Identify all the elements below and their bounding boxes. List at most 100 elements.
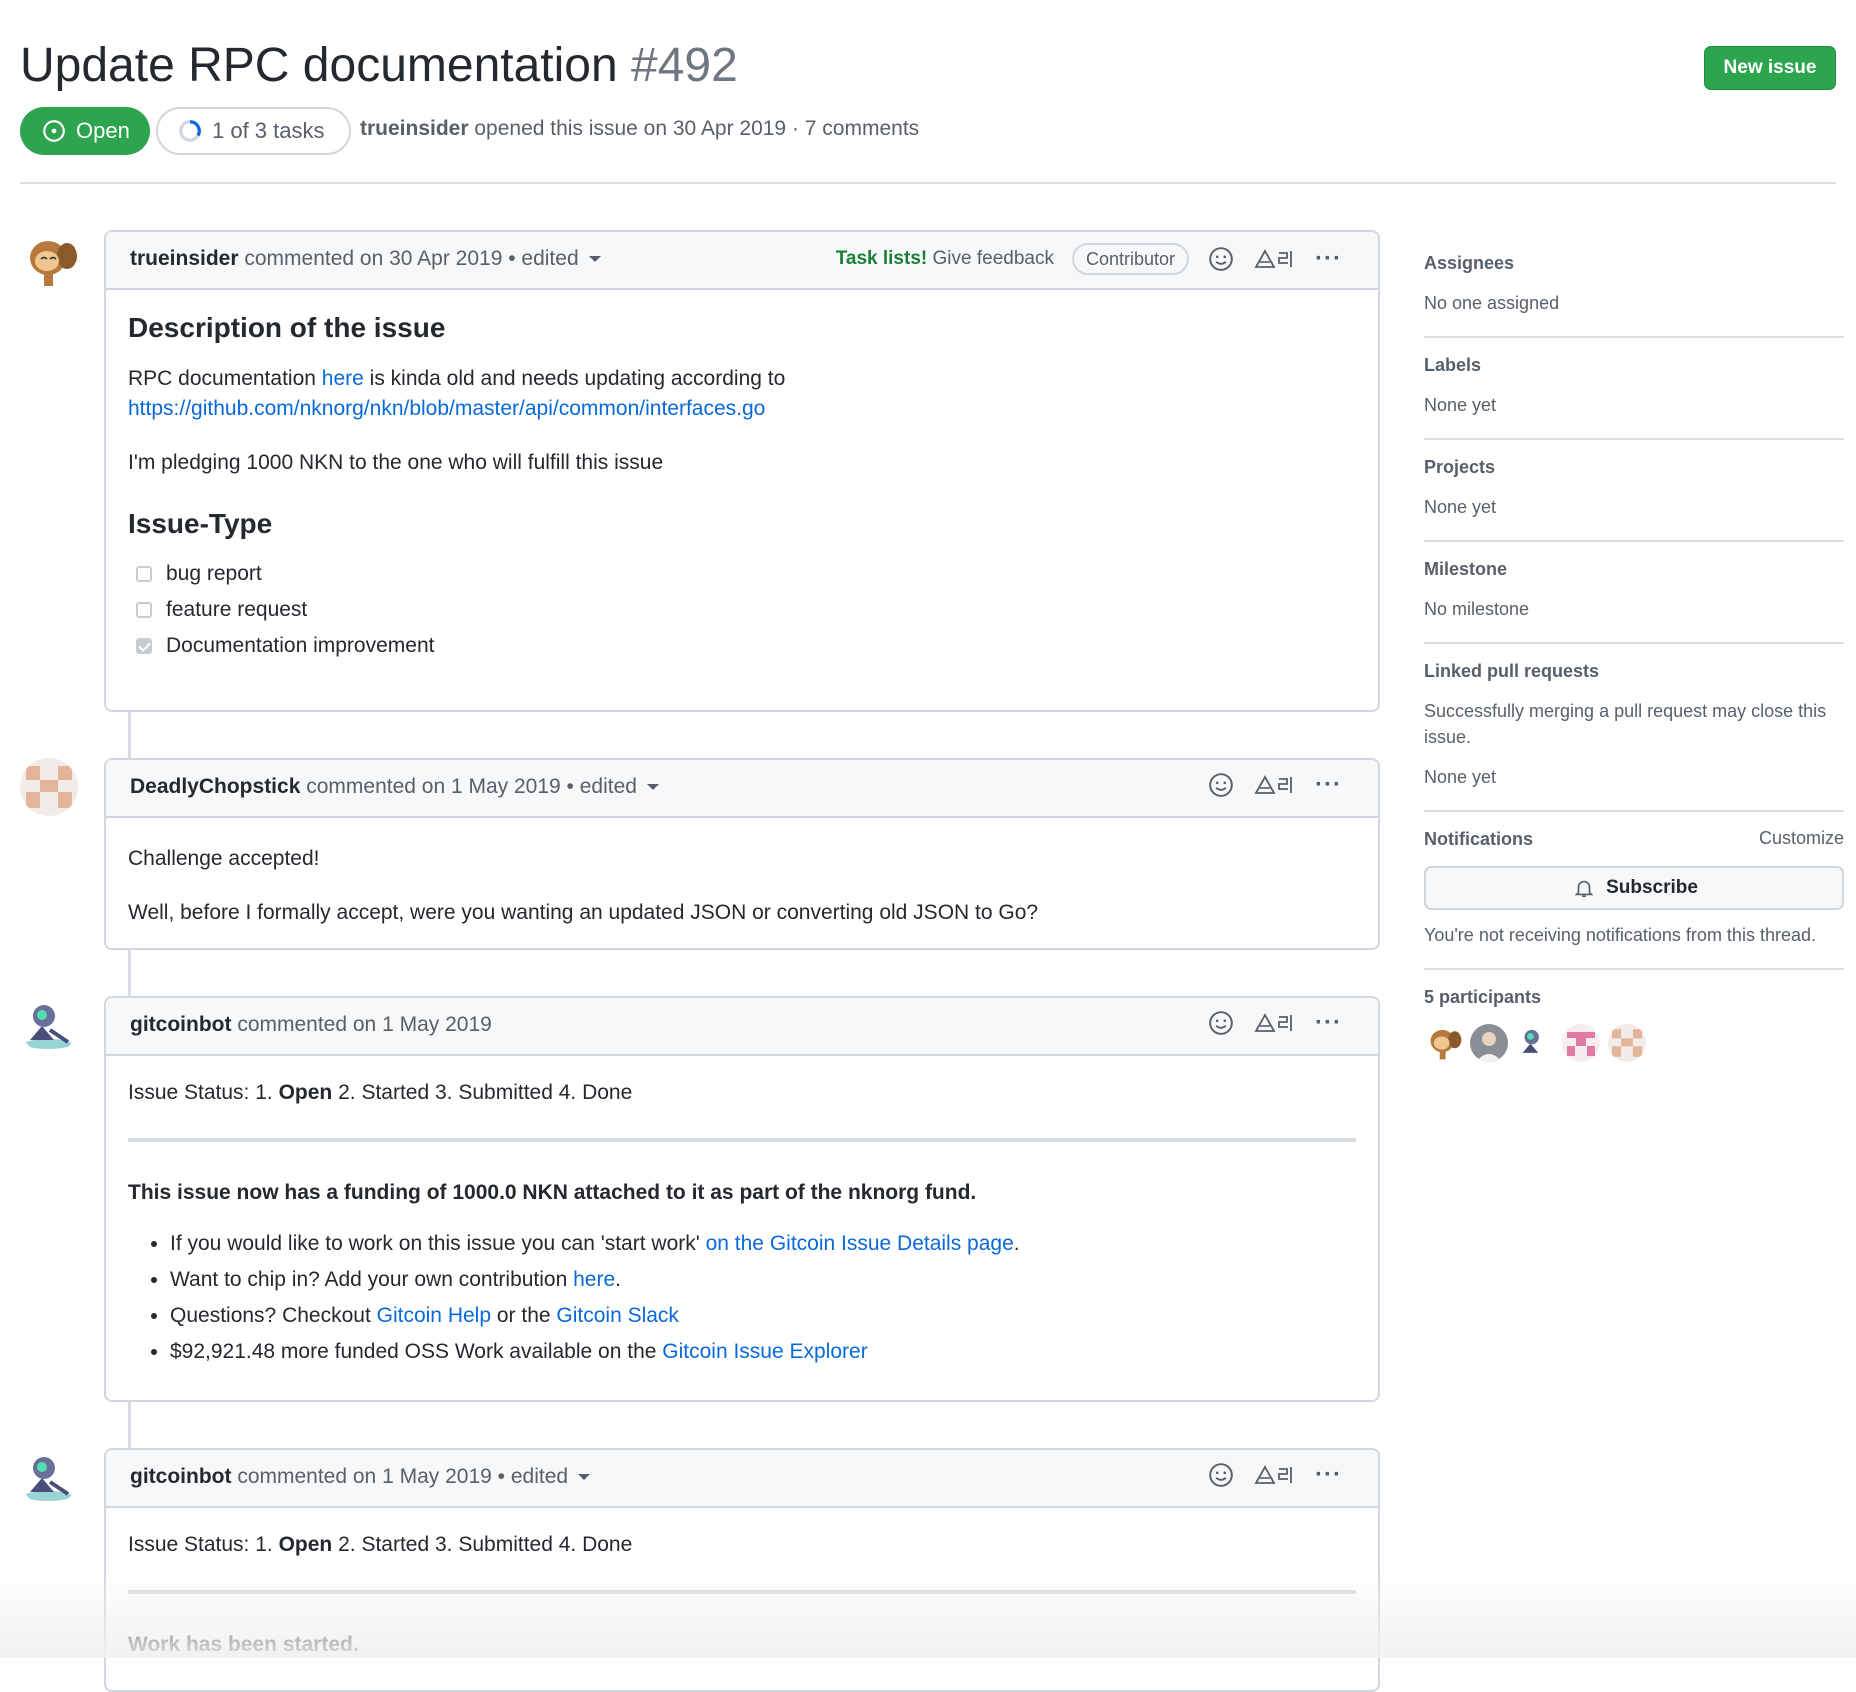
avatar-trueinsider[interactable] [20,232,78,290]
comment-card: gitcoinbot commented on 1 May 2019 ··· I… [104,996,1380,1402]
comment-author-link[interactable]: gitcoinbot [130,1465,231,1488]
issue-title: Update RPC documentation #492 [20,36,738,96]
smiley-icon[interactable] [1207,1009,1235,1037]
sidebar-title: Assignees [1424,253,1515,273]
issue-title-text: Update RPC documentation [20,39,618,92]
sidebar-value: None yet [1424,767,1497,787]
gitcoin-list: If you would like to work on this issue … [128,1226,1356,1370]
checkbox[interactable] [136,602,152,618]
participant-avatar[interactable] [1562,1024,1600,1062]
comment-timestamp[interactable]: commented on 30 Apr 2019 • edited [244,247,578,270]
checklist-item[interactable]: bug report [128,556,1356,592]
comment-timestamp[interactable]: commented on 1 May 2019 • edited [306,775,637,798]
translate-icon[interactable] [1253,245,1297,273]
caret-down-icon[interactable] [578,1474,591,1481]
comment-heading: Description of the issue [128,312,446,343]
participant-avatar[interactable] [1608,1024,1646,1062]
subscribe-label: Subscribe [1606,877,1698,898]
subscribe-button[interactable]: Subscribe [1424,866,1844,910]
text-span: Issue Status: 1. [128,1081,279,1104]
comment-actions: ··· [1207,1461,1342,1489]
checklist-item[interactable]: feature request [128,592,1356,628]
kebab-icon[interactable]: ··· [1315,1009,1342,1037]
text-span: $92,921.48 more funded OSS Work availabl… [170,1340,663,1363]
gitcoin-help-link[interactable]: Gitcoin Help [377,1304,491,1327]
comment-paragraph: I'm pledging 1000 NKN to the one who wil… [128,451,664,474]
sidebar-title: Linked pull requests [1424,661,1600,681]
sidebar: Assignees No one assigned Labels None ye… [1424,236,1844,1082]
sidebar-title: Projects [1424,457,1496,477]
sidebar-assignees[interactable]: Assignees No one assigned [1424,236,1844,338]
issue-header: Update RPC documentation #492 New issue … [20,0,1836,184]
here-link[interactable]: here [322,367,364,390]
translate-icon[interactable] [1253,771,1297,799]
comment-author-link[interactable]: trueinsider [130,247,239,270]
notifications-note: You're not receiving notifications from … [1424,925,1816,945]
checkbox[interactable] [136,566,152,582]
checklist-label: Documentation improvement [166,634,435,657]
text-span: . [615,1268,621,1291]
issue-state-label: Open [76,118,130,143]
issue-state-badge: Open [20,107,150,155]
customize-link[interactable]: Customize [1759,828,1844,849]
checklist: bug report feature request Documentation… [128,556,1356,664]
sidebar-milestone[interactable]: Milestone No milestone [1424,542,1844,644]
funding-text: This issue now has a funding of 1000.0 N… [128,1181,977,1204]
sidebar-value: None yet [1424,395,1497,415]
text-span: . [1013,1232,1020,1255]
comment-author-link[interactable]: DeadlyChopstick [130,775,300,798]
sidebar-value: No milestone [1424,599,1530,619]
smiley-icon[interactable] [1207,245,1235,273]
timeline-connector [128,946,131,998]
translate-icon[interactable] [1253,1009,1297,1037]
sidebar-linked-prs[interactable]: Linked pull requests Successfully mergin… [1424,644,1844,812]
checklist-label: bug report [166,562,262,585]
participants-list [1424,1024,1844,1062]
kebab-icon[interactable]: ··· [1315,245,1342,273]
task-progress-badge[interactable]: 1 of 3 tasks [156,107,351,155]
gitcoin-explorer-link[interactable]: Gitcoin Issue Explorer [662,1340,867,1363]
comment-body: Challenge accepted! Well, before I forma… [106,818,1378,928]
comment-timestamp[interactable]: commented on 1 May 2019 • edited [237,1465,568,1488]
text-span: Issue Status: 1. [128,1533,279,1556]
text-span: is kinda old and needs updating accordin… [363,367,786,390]
avatar-gitcoinbot[interactable] [20,996,78,1054]
checkbox-checked[interactable] [136,638,152,654]
comment-body: Issue Status: 1. Open 2. Started 3. Subm… [106,1508,1378,1660]
participant-avatar[interactable] [1470,1024,1508,1062]
gitcoin-details-link[interactable]: on the Gitcoin Issue Details page [706,1232,1014,1255]
kebab-icon[interactable]: ··· [1315,1461,1342,1489]
comment-timestamp[interactable]: commented on 1 May 2019 [237,1013,491,1036]
task-progress-label: 1 of 3 tasks [212,118,325,143]
comment-actions: ··· [1207,771,1342,799]
issue-meta: trueinsider opened this issue on 30 Apr … [360,117,919,141]
list-item: If you would like to work on this issue … [170,1226,1356,1262]
translate-icon[interactable] [1253,1461,1297,1489]
smiley-icon[interactable] [1207,1461,1235,1489]
sidebar-projects[interactable]: Projects None yet [1424,440,1844,542]
participant-avatar[interactable] [1516,1024,1554,1062]
checklist-item[interactable]: Documentation improvement [128,628,1356,664]
interfaces-url-link[interactable]: https://github.com/nknorg/nkn/blob/maste… [128,397,765,420]
sidebar-title: Labels [1424,355,1482,375]
comment-meta: gitcoinbot commented on 1 May 2019 [130,1013,492,1037]
caret-down-icon[interactable] [588,256,601,263]
comment-header: DeadlyChopstick commented on 1 May 2019 … [106,760,1378,818]
new-issue-button[interactable]: New issue [1704,46,1836,90]
avatar-deadlychopstick[interactable] [20,758,78,816]
kebab-icon[interactable]: ··· [1315,771,1342,799]
smiley-icon[interactable] [1207,771,1235,799]
gitcoin-slack-link[interactable]: Gitcoin Slack [556,1304,679,1327]
comment-author-link[interactable]: gitcoinbot [130,1013,231,1036]
contribution-here-link[interactable]: here [573,1268,615,1291]
avatar-gitcoinbot[interactable] [20,1448,78,1506]
caret-down-icon[interactable] [646,784,659,791]
participant-avatar[interactable] [1424,1024,1462,1062]
issue-author-link[interactable]: trueinsider [360,117,469,140]
comment-card: trueinsider commented on 30 Apr 2019 • e… [104,230,1380,712]
comment-card: DeadlyChopstick commented on 1 May 2019 … [104,758,1380,950]
sidebar-desc: Successfully merging a pull request may … [1424,701,1827,747]
sidebar-labels[interactable]: Labels None yet [1424,338,1844,440]
comment-header: gitcoinbot commented on 1 May 2019 • edi… [106,1450,1378,1508]
give-feedback-link[interactable]: Give feedback [933,248,1054,269]
